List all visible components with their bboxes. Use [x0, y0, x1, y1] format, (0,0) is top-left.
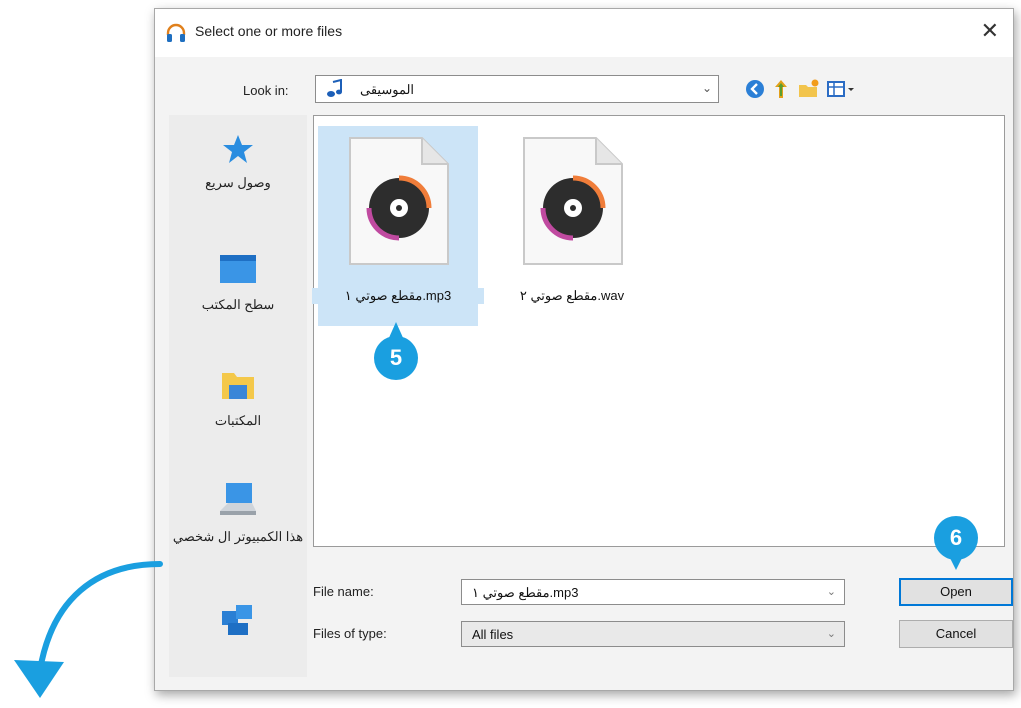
open-button[interactable]: Open — [899, 578, 1013, 606]
file-name-label: مقطع صوتي ١.mp3 — [312, 288, 484, 304]
file-type-value: All files — [472, 627, 514, 642]
sidebar-item-label: وصول سريع — [205, 175, 271, 190]
pointer-tip-icon — [388, 322, 404, 340]
step-5-badge: 5 — [374, 336, 418, 380]
dialog-title: Select one or more files — [195, 23, 343, 39]
open-file-dialog: Select one or more files ✕ Look in: المو… — [154, 8, 1014, 691]
chevron-down-icon: ⌄ — [701, 81, 712, 95]
sidebar-item-label: هذا الكمبيوتر ال شخصي — [172, 529, 304, 544]
look-in-value: الموسيقى — [360, 82, 415, 97]
places-sidebar: وصول سريع سطح المكتب المكتبات هذا الكمبي… — [169, 115, 307, 677]
this-pc-icon — [220, 483, 256, 515]
look-in-dropdown[interactable]: الموسيقى ⌄ — [315, 75, 719, 103]
desktop-icon — [220, 255, 256, 283]
sidebar-item-label: سطح المكتب — [201, 297, 275, 312]
chevron-down-icon: ⌄ — [826, 628, 836, 640]
file-type-select[interactable]: All files ⌄ — [461, 621, 845, 647]
libraries-icon — [222, 373, 254, 399]
new-folder-icon[interactable] — [797, 77, 821, 101]
curved-arrow-icon — [14, 561, 163, 698]
sidebar-item-desktop[interactable]: سطح المكتب — [169, 253, 307, 313]
headphones-icon — [166, 23, 186, 42]
title-bar: Select one or more files ✕ — [155, 9, 1013, 57]
sidebar-item-network[interactable] — [169, 601, 307, 646]
chevron-down-icon: ⌄ — [826, 586, 836, 598]
file-type-label: Files of type: — [313, 626, 387, 641]
audio-file-icon — [523, 137, 623, 265]
audio-file-icon — [349, 137, 449, 265]
sidebar-item-label: المكتبات — [214, 413, 262, 428]
file-item-wav[interactable]: مقطع صوتي ٢.wav — [492, 126, 652, 326]
sidebar-item-this-pc[interactable]: هذا الكمبيوتر ال شخصي — [169, 481, 307, 545]
pointer-tip-icon — [948, 554, 964, 570]
file-name-value: مقطع صوتي ١.mp3 — [472, 585, 579, 600]
file-item-mp3[interactable]: مقطع صوتي ١.mp3 — [312, 126, 484, 326]
music-folder-icon — [327, 79, 342, 97]
sidebar-item-libraries[interactable]: المكتبات — [169, 367, 307, 429]
up-folder-icon[interactable] — [769, 77, 793, 101]
cancel-button[interactable]: Cancel — [899, 620, 1013, 648]
file-list-pane: مقطع صوتي ١.mp3 مقطع صوتي ٢.wav — [312, 115, 1005, 547]
file-name-label: مقطع صوتي ٢.wav — [519, 288, 625, 303]
view-menu-icon[interactable] — [825, 77, 857, 101]
file-name-input[interactable]: مقطع صوتي ١.mp3 ⌄ — [461, 579, 845, 605]
close-button[interactable]: ✕ — [981, 19, 999, 43]
look-in-label: Look in: — [243, 83, 289, 98]
back-icon[interactable] — [743, 77, 767, 101]
network-icon — [222, 605, 252, 635]
sidebar-item-quick-access[interactable]: وصول سريع — [169, 133, 307, 191]
star-icon — [223, 135, 253, 163]
file-name-label: File name: — [313, 584, 374, 599]
